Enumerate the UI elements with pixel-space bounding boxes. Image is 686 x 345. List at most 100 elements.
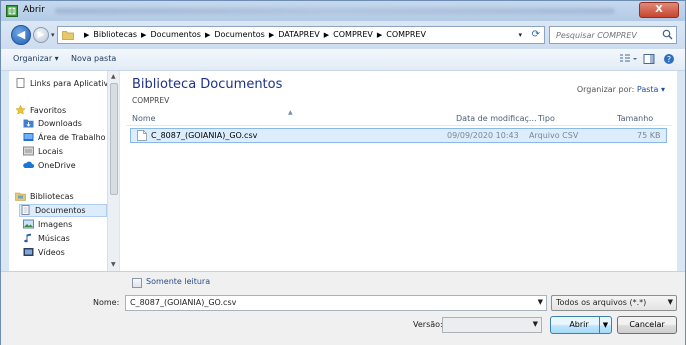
nav-item-desktop[interactable]: Área de Trabalho <box>23 132 106 145</box>
table-row[interactable]: C_8087_(GOIANIA)_GO.csv 09/09/2020 10:43… <box>130 128 667 143</box>
breadcrumb-separator-icon[interactable]: ▶ <box>324 31 329 39</box>
scroll-up-icon[interactable]: ▲ <box>111 73 116 80</box>
breadcrumb-separator-icon[interactable]: ▶ <box>141 31 146 39</box>
readonly-checkbox[interactable] <box>132 278 142 288</box>
arrange-label: Organizar por: <box>576 85 635 94</box>
breadcrumb-separator-icon: ▶ <box>84 31 90 39</box>
nav-item-label: Documentos <box>35 206 86 215</box>
header-divider <box>126 125 672 126</box>
nav-item-label: Downloads <box>38 119 82 128</box>
library-icon <box>15 192 26 201</box>
nav-item-links[interactable]: Links para Aplicativos <box>15 78 117 91</box>
folder-icon <box>62 31 74 40</box>
breadcrumb-item[interactable]: COMPREV <box>333 30 373 39</box>
nav-item-images[interactable]: Imagens <box>23 219 72 232</box>
refresh-icon[interactable]: ⟳ <box>532 29 540 40</box>
page-icon <box>16 78 25 88</box>
navigation-pane: Links para Aplicativos Favoritos Downloa… <box>9 71 119 271</box>
downloads-icon <box>23 119 34 128</box>
nav-scrollbar[interactable]: ▲ ▼ <box>107 71 119 271</box>
breadcrumb-item[interactable]: Documentos <box>150 30 201 39</box>
file-size: 75 KB <box>637 131 661 140</box>
history-dropdown-icon[interactable]: ▾ <box>51 31 55 39</box>
breadcrumb-item[interactable]: Bibliotecas <box>93 30 137 39</box>
forward-button[interactable]: ▶ <box>33 27 49 43</box>
cancel-button[interactable]: Cancelar <box>617 316 677 334</box>
nav-item-videos[interactable]: Vídeos <box>23 247 65 260</box>
arrange-by: Organizar por: Pasta ▾ <box>577 85 665 94</box>
open-label: Abrir <box>569 320 589 329</box>
breadcrumb-item[interactable]: DATAPREV <box>278 30 320 39</box>
filename-value: C_8087_(GOIANIA)_GO.csv <box>130 298 237 307</box>
file-date: 09/09/2020 10:43 <box>447 131 519 140</box>
star-icon <box>15 105 26 115</box>
app-icon <box>6 5 18 17</box>
nav-item-downloads[interactable]: Downloads <box>23 118 82 131</box>
open-options-icon[interactable]: ▼ <box>599 317 611 333</box>
search-icon[interactable] <box>662 29 673 40</box>
filename-label: Nome: <box>93 298 120 307</box>
nav-item-label: Músicas <box>38 234 70 243</box>
chevron-down-icon[interactable]: ▼ <box>533 320 538 328</box>
close-button[interactable]: X <box>639 2 679 18</box>
chevron-down-icon[interactable]: ▼ <box>538 298 543 306</box>
desktop-icon <box>23 133 34 141</box>
breadcrumb-item[interactable]: COMPREV <box>386 30 426 39</box>
file-list-pane: Biblioteca Documentos COMPREV Organizar … <box>120 71 677 271</box>
nav-item-label: Bibliotecas <box>30 192 74 201</box>
help-icon[interactable]: ? <box>663 53 675 65</box>
csv-file-icon <box>137 130 147 141</box>
file-type-filter[interactable]: Todos os arquivos (*.*) ▼ <box>551 295 677 311</box>
view-options-icon[interactable] <box>619 53 637 65</box>
column-header-size[interactable]: Tamanho <box>617 114 653 123</box>
library-title: Biblioteca Documentos <box>132 77 283 92</box>
version-select[interactable]: ▼ <box>442 317 542 333</box>
nav-item-label: Imagens <box>38 220 73 229</box>
nav-item-label: OneDrive <box>38 161 76 170</box>
nav-item-onedrive[interactable]: OneDrive <box>23 160 76 173</box>
preview-pane-icon[interactable] <box>643 53 655 65</box>
search-input[interactable] <box>550 27 650 43</box>
column-header-name[interactable]: Nome <box>132 114 156 123</box>
video-icon <box>23 248 34 256</box>
search-box <box>549 26 677 44</box>
open-file-dialog: Abrir X ◀ ▶ ▾ ▶ Bibliotecas ▶ Documentos ▶ Do… <box>0 0 686 345</box>
nav-item-label: Área de Trabalho <box>38 133 106 142</box>
svg-text:?: ? <box>667 55 671 64</box>
filter-value: Todos os arquivos (*.*) <box>556 298 647 307</box>
sort-arrow-icon: ▲ <box>288 109 293 116</box>
nav-item-music[interactable]: Músicas <box>23 233 70 246</box>
arrange-dropdown[interactable]: Pasta ▾ <box>637 85 665 94</box>
new-folder-button[interactable]: Nova pasta <box>71 54 116 63</box>
address-bar[interactable]: ▶ Bibliotecas ▶ Documentos ▶ Documentos ▶ DATAP… <box>57 26 545 44</box>
breadcrumb-separator-icon[interactable]: ▶ <box>269 31 274 39</box>
scroll-down-icon[interactable]: ▼ <box>111 261 116 268</box>
nav-item-places[interactable]: Locais <box>23 146 63 159</box>
column-header-type[interactable]: Tipo <box>538 114 555 123</box>
address-row: ◀ ▶ ▾ ▶ Bibliotecas ▶ Documentos ▶ Documentos… <box>1 21 685 49</box>
nav-item-label: Links para Aplicativos <box>30 79 118 88</box>
open-button[interactable]: Abrir ▼ <box>550 316 612 334</box>
breadcrumb-separator-icon[interactable]: ▶ <box>205 31 210 39</box>
places-icon <box>23 146 34 156</box>
nav-item-libraries[interactable]: Bibliotecas <box>15 191 74 204</box>
organize-button[interactable]: Organizar ▾ <box>13 54 59 63</box>
readonly-label[interactable]: Somente leitura <box>146 277 210 286</box>
scroll-thumb[interactable] <box>110 83 118 195</box>
nav-item-documents[interactable]: Documentos <box>19 204 107 217</box>
music-icon <box>24 233 31 243</box>
nav-item-label: Favoritos <box>30 106 67 115</box>
back-button[interactable]: ◀ <box>11 25 31 45</box>
library-subtitle: COMPREV <box>132 96 170 105</box>
title-bar: Abrir X <box>1 1 685 21</box>
chevron-down-icon[interactable]: ▼ <box>668 298 673 306</box>
window-title: Abrir <box>23 5 45 15</box>
breadcrumb-separator-icon[interactable]: ▶ <box>377 31 382 39</box>
nav-item-favorites[interactable]: Favoritos <box>15 105 66 118</box>
documents-icon <box>21 205 30 215</box>
address-dropdown-icon[interactable]: ▾ <box>518 31 522 39</box>
version-label: Versão: <box>413 320 443 329</box>
breadcrumb-item[interactable]: Documentos <box>214 30 265 39</box>
filename-field[interactable]: C_8087_(GOIANIA)_GO.csv ▼ <box>125 295 547 311</box>
column-header-date[interactable]: Data de modificaç... <box>456 114 537 123</box>
